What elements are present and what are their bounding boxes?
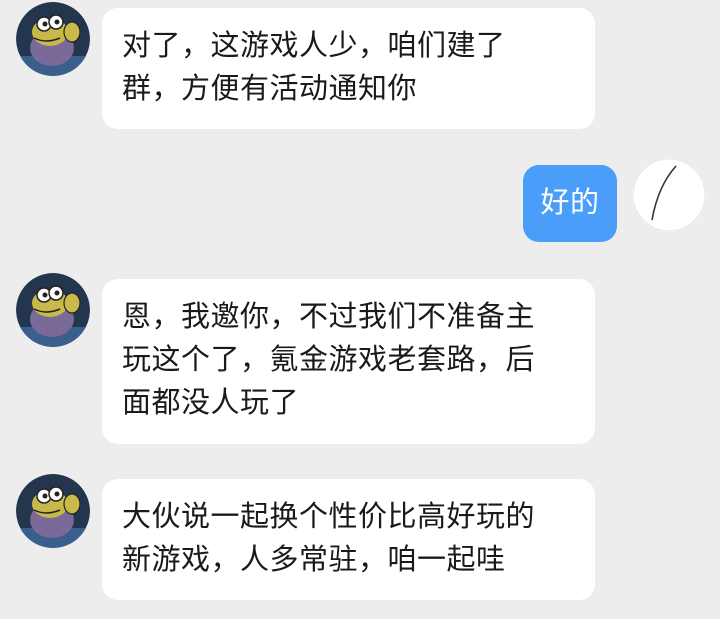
message-text: 大伙说一起换个性价比高好玩的 [122,499,536,533]
message-text: 玩这个了，氪金游戏老套路，后 [122,342,536,376]
self-avatar-icon[interactable] [632,158,706,232]
contact-avatar-icon[interactable] [16,2,90,76]
contact-avatar-icon[interactable] [16,474,90,548]
message-bubble[interactable]: 大伙说一起换个性价比高好玩的 新游戏，人多常驻，咱一起哇 [102,479,595,600]
message-bubble[interactable]: 对了，这游戏人少，咱们建了 群，方便有活动通知你 [102,8,595,129]
message-bubble[interactable]: 恩，我邀你，不过我们不准备主 玩这个了，氪金游戏老套路，后 面都没人玩了 [102,279,595,444]
contact-avatar-icon[interactable] [16,273,90,347]
message-text: 新游戏，人多常驻，咱一起哇 [122,542,506,576]
message-text: 好的 [540,185,600,219]
message-text: 群，方便有活动通知你 [122,71,418,105]
message-text: 对了，这游戏人少，咱们建了 [122,28,506,62]
message-bubble-self[interactable]: 好的 [523,165,617,242]
message-text: 面都没人玩了 [122,385,300,419]
message-text: 恩，我邀你，不过我们不准备主 [122,299,536,333]
